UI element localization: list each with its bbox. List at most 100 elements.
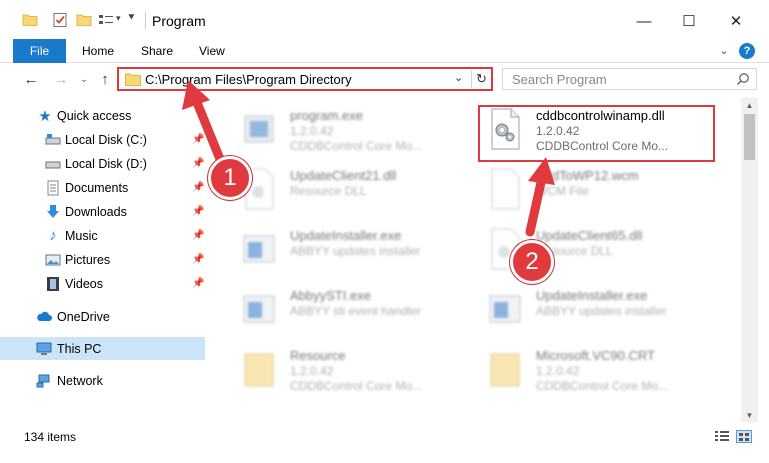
file-description: CDDBControl Core Mo...: [290, 139, 423, 153]
tab-file[interactable]: File: [13, 39, 66, 63]
search-input[interactable]: Search Program: [512, 72, 607, 87]
address-dropdown-icon[interactable]: ⌄: [454, 71, 463, 84]
scrollbar-thumb[interactable]: [744, 114, 755, 160]
pin-icon[interactable]: 📌: [192, 254, 204, 265]
file-name: program.exe: [290, 108, 363, 123]
file-item-microsoft-vc90-crt[interactable]: Microsoft.VC90.CRT 1.2.0.42 CDDBControl …: [480, 342, 720, 400]
file-description: CDDBControl Core Mo...: [290, 379, 423, 393]
scroll-up-icon[interactable]: ▲: [741, 98, 758, 112]
sidebar-item-label: Documents: [65, 180, 129, 195]
file-item-resource[interactable]: Resource 1.2.0.42 CDDBControl Core Mo...: [234, 342, 474, 400]
videos-icon: [47, 276, 59, 291]
sidebar-item-label: Downloads: [65, 204, 127, 219]
sidebar-item-downloads[interactable]: Downloads 📌: [0, 200, 205, 223]
file-icon: [491, 168, 520, 210]
file-item-abbyysti-exe[interactable]: AbbyySTI.exe ABBYY sti event handler: [234, 282, 474, 340]
tab-share[interactable]: Share: [141, 39, 173, 63]
step-badge-1: 1: [208, 156, 252, 200]
file-name: Resource: [290, 348, 346, 363]
downloads-icon: [47, 204, 59, 218]
file-name: AddToWP12.wcm: [536, 168, 639, 183]
sidebar-item-label: Videos: [65, 276, 103, 291]
new-folder-icon[interactable]: [76, 12, 92, 28]
folder-icon: [244, 353, 274, 387]
sidebar-item-onedrive[interactable]: OneDrive: [0, 305, 205, 328]
sidebar-item-label: Pictures: [65, 252, 111, 267]
pin-icon[interactable]: 📌: [192, 206, 204, 217]
file-name: UpdateInstaller.exe: [290, 228, 402, 243]
properties-icon[interactable]: [52, 12, 68, 28]
file-name: AbbyySTI.exe: [290, 288, 371, 303]
close-button[interactable]: ✕: [716, 8, 756, 34]
onedrive-cloud-icon: [37, 311, 52, 321]
details-view-icon[interactable]: [714, 430, 730, 443]
file-description: CDDBControl Core Mo...: [536, 379, 669, 393]
tab-home[interactable]: Home: [82, 39, 114, 63]
search-icon[interactable]: [736, 72, 750, 86]
step-badge-2: 2: [510, 240, 554, 284]
folder-icon: [22, 14, 38, 26]
pin-icon[interactable]: 📌: [192, 230, 204, 241]
sidebar-item-pictures[interactable]: Pictures 📌: [0, 248, 205, 271]
view-options-chevron-icon[interactable]: ▾: [116, 13, 121, 24]
address-path[interactable]: C:\Program Files\Program Directory: [145, 72, 352, 87]
pin-icon[interactable]: 📌: [192, 158, 204, 169]
pin-icon[interactable]: 📌: [192, 134, 204, 145]
close-icon: ✕: [729, 13, 743, 30]
view-options-icon[interactable]: [98, 12, 114, 28]
sidebar-item-videos[interactable]: Videos 📌: [0, 272, 205, 295]
file-version: 1.2.0.42: [290, 364, 334, 378]
customize-toolbar-icon[interactable]: ⯆: [127, 12, 136, 25]
network-icon: [36, 374, 50, 387]
forward-arrow-icon[interactable]: →: [51, 69, 71, 89]
minimize-icon: —: [636, 12, 652, 30]
help-button[interactable]: ?: [739, 43, 755, 59]
maximize-icon: ☐: [682, 13, 696, 30]
folder-icon: [125, 73, 141, 86]
file-name: UpdateClient21.dll: [290, 168, 397, 183]
file-name: Microsoft.VC90.CRT: [536, 348, 655, 363]
vertical-scrollbar[interactable]: ▲ ▼: [741, 98, 758, 422]
sidebar-item-label: Quick access: [57, 108, 132, 123]
status-bar: 134 items: [0, 422, 769, 450]
address-bar[interactable]: C:\Program Files\Program Directory ⌄ ↻: [117, 67, 493, 91]
sidebar-item-network[interactable]: Network: [0, 369, 205, 392]
file-description: ABBYY updates installer: [536, 304, 667, 318]
sidebar-item-label: Local Disk (D:): [65, 156, 147, 171]
sidebar-item-local-disk-d[interactable]: Local Disk (D:) 📌: [0, 152, 205, 175]
star-icon: ★: [38, 107, 52, 125]
sidebar-item-music[interactable]: ♪ Music 📌: [0, 224, 205, 247]
file-item-addtowp12-wcm[interactable]: AddToWP12.wcm WCM File: [480, 162, 720, 220]
up-arrow-icon[interactable]: ↑: [95, 69, 115, 89]
tab-view[interactable]: View: [199, 39, 225, 63]
search-box[interactable]: Search Program: [502, 68, 757, 90]
sidebar-item-quick-access[interactable]: ★ Quick access: [0, 104, 205, 127]
drive-icon: [45, 133, 61, 144]
back-arrow-icon[interactable]: ←: [21, 69, 41, 89]
file-item-program-exe[interactable]: program.exe 1.2.0.42 CDDBControl Core Mo…: [234, 102, 474, 160]
window-title: Program: [152, 13, 206, 29]
sidebar-item-local-disk-c[interactable]: Local Disk (C:) 📌: [0, 128, 205, 151]
file-item-updateclient21-dll[interactable]: UpdateClient21.dll Resource DLL: [234, 162, 474, 220]
application-icon: [243, 235, 275, 263]
sidebar-item-label: OneDrive: [57, 309, 110, 324]
sidebar-item-documents[interactable]: Documents 📌: [0, 176, 205, 199]
recent-locations-chevron-icon[interactable]: ⌄: [74, 69, 94, 89]
application-icon: [244, 115, 274, 143]
file-item-updateinstaller-exe[interactable]: UpdateInstaller.exe ABBYY updates instal…: [480, 282, 720, 340]
large-icons-view-icon[interactable]: [736, 430, 752, 443]
file-item-updateinstaller-exe[interactable]: UpdateInstaller.exe ABBYY updates instal…: [234, 222, 474, 280]
pin-icon[interactable]: 📌: [192, 182, 204, 193]
expand-ribbon-icon[interactable]: ⌄: [716, 42, 732, 58]
file-name: UpdateInstaller.exe: [536, 288, 648, 303]
folder-icon: [490, 353, 520, 387]
refresh-icon[interactable]: ↻: [471, 70, 491, 88]
pin-icon[interactable]: 📌: [192, 278, 204, 289]
minimize-button[interactable]: —: [624, 8, 664, 34]
maximize-button[interactable]: ☐: [669, 8, 709, 34]
scroll-down-icon[interactable]: ▼: [741, 408, 758, 422]
sidebar-item-this-pc[interactable]: This PC: [0, 337, 205, 360]
music-icon: ♪: [49, 227, 57, 244]
application-icon: [489, 295, 521, 323]
file-version: 1.2.0.42: [536, 364, 580, 378]
